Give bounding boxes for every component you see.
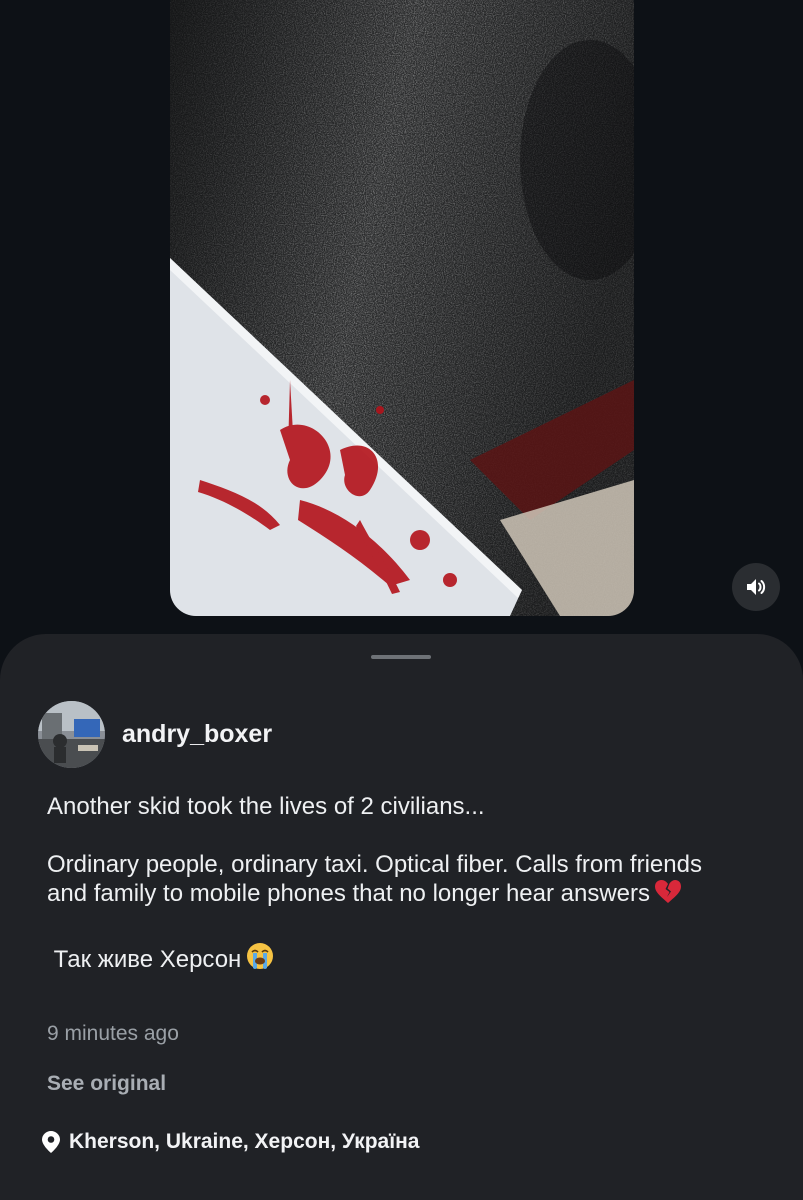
broken-heart-icon: [654, 879, 682, 912]
loudly-crying-face-icon: [245, 941, 275, 978]
sound-toggle-button[interactable]: [732, 563, 780, 611]
avatar[interactable]: [38, 701, 105, 768]
caption-line-1: Another skid took the lives of 2 civilia…: [47, 793, 485, 820]
post-details-sheet: andry_boxer Another skid took the lives …: [0, 634, 803, 1200]
sheet-drag-handle[interactable]: [371, 655, 431, 659]
video-player[interactable]: [170, 0, 634, 616]
location-pin-icon: [42, 1131, 60, 1153]
post-caption: Another skid took the lives of 2 civilia…: [47, 792, 747, 978]
video-area: [0, 0, 803, 640]
caption-paragraph-3: Так живе Херсон: [47, 941, 747, 978]
location-label: Kherson, Ukraine, Херсон, Україна: [69, 1130, 420, 1153]
see-original-link[interactable]: See original: [47, 1072, 166, 1096]
caption-paragraph-2: Ordinary people, ordinary taxi. Optical …: [47, 850, 747, 912]
avatar-image: [38, 701, 105, 768]
location-link[interactable]: Kherson, Ukraine, Херсон, Україна: [42, 1130, 419, 1154]
caption-line-2: Ordinary people, ordinary taxi. Optical …: [47, 851, 709, 907]
caption-line-3: Так живе Херсон: [47, 946, 242, 973]
video-still: [170, 0, 634, 616]
username[interactable]: andry_boxer: [122, 720, 272, 749]
speaker-icon: [747, 579, 766, 595]
post-timestamp: 9 minutes ago: [47, 1022, 179, 1045]
